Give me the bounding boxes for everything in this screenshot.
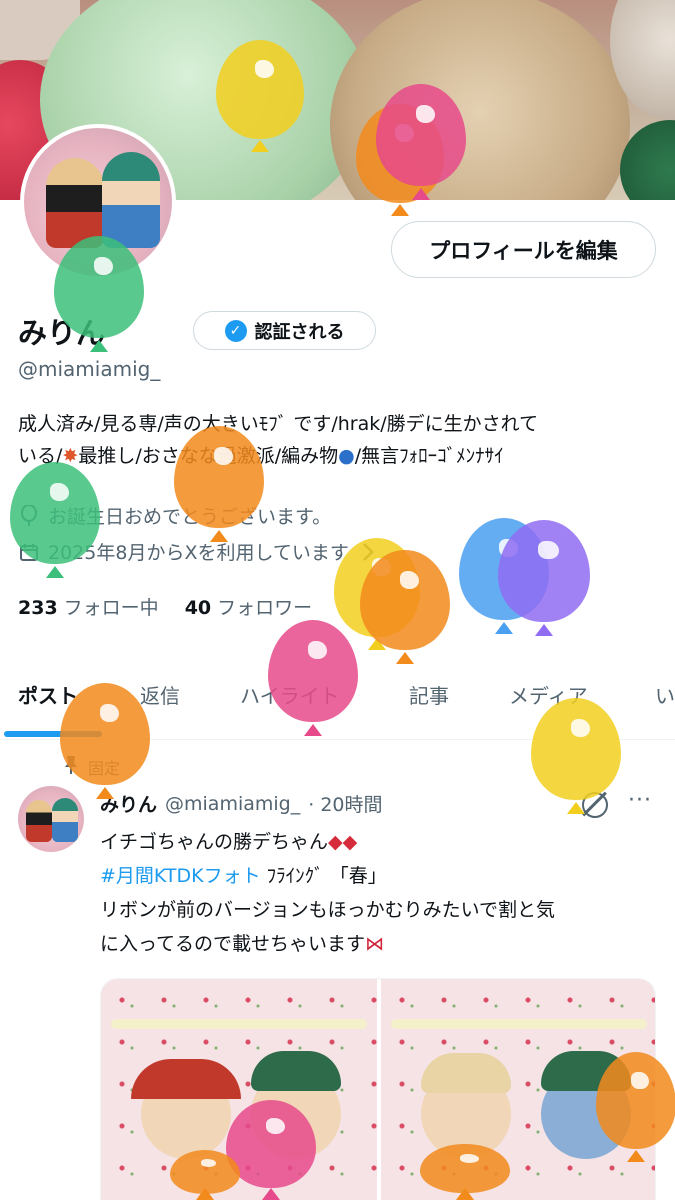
post-line-2: #月間KTDKフォト ﾌﾗｲﾝｸﾞ 「春」 xyxy=(100,859,660,893)
post-line-3: リボンが前のバージョンもほっかむりみたいで割と気 xyxy=(100,899,556,921)
get-verified-button[interactable]: ✓ 認証される xyxy=(193,311,376,350)
post-line-1: イチゴちゃんの勝デちゃん◆◆ xyxy=(100,825,660,859)
following-count: 233 xyxy=(18,597,58,619)
balloon-knot xyxy=(196,1188,214,1200)
avatar-doll-right xyxy=(102,152,160,248)
balloon-body xyxy=(498,520,590,623)
balloon-shine xyxy=(459,1154,480,1164)
balloon-knot xyxy=(567,802,585,814)
balloon-shine xyxy=(213,446,234,466)
balloon-body xyxy=(10,462,100,565)
balloon xyxy=(10,462,100,578)
balloon-shine xyxy=(93,256,114,276)
balloon xyxy=(268,620,358,736)
balloon-body xyxy=(376,84,466,187)
balloon-shine xyxy=(538,540,559,560)
balloon xyxy=(60,683,150,799)
doll-hair-right xyxy=(251,1051,341,1091)
balloon xyxy=(531,698,621,814)
balloon-knot xyxy=(396,652,414,664)
tab-articles[interactable]: 記事 xyxy=(409,680,449,709)
balloon xyxy=(360,550,450,664)
post-line-4-text: に入ってるので載せちゃいます xyxy=(100,933,366,955)
balloon-body xyxy=(216,40,304,139)
balloon-knot xyxy=(627,1150,645,1162)
balloon-body xyxy=(360,550,450,651)
balloon-knot xyxy=(210,530,228,542)
balloon xyxy=(216,40,304,152)
following-label: フォロー中 xyxy=(63,597,159,619)
yarn-ball-icon: ● xyxy=(338,445,355,467)
balloon xyxy=(376,84,466,200)
balloon-knot xyxy=(262,1188,280,1200)
balloon-knot xyxy=(46,566,64,578)
bio-line-1: 成人済み/見る専/声の大きいﾓﾌﾞ です/hrak/勝デに生かされて xyxy=(18,413,539,435)
doll-hair-left xyxy=(421,1053,511,1093)
balloon-shine xyxy=(49,482,70,502)
post-avatar-doll-left xyxy=(26,800,52,842)
strawberry-icon: ◆◆ xyxy=(328,831,358,853)
balloon-shine xyxy=(254,60,275,79)
balloon-knot xyxy=(96,787,114,799)
balloon-shine xyxy=(265,1118,286,1134)
balloon xyxy=(174,426,264,542)
balloon-knot xyxy=(412,188,430,200)
balloon-body xyxy=(54,236,144,339)
post-line-4: に入ってるので載せちゃいます⋈ xyxy=(100,927,660,961)
verified-badge-icon: ✓ xyxy=(224,319,247,342)
followers-link[interactable]: 40 フォロワー xyxy=(185,593,312,620)
balloon-shine xyxy=(631,1071,649,1090)
post-hashtag[interactable]: #月間KTDKフォト xyxy=(100,865,261,887)
balloon-knot xyxy=(535,624,553,636)
balloon-shine xyxy=(570,718,591,738)
bio-line-2-post: /無言ﾌｫﾛｰｺﾞﾒﾝﾅｻｲ xyxy=(354,445,504,467)
balloon-body xyxy=(531,698,621,801)
following-link[interactable]: 233 フォロー中 xyxy=(18,593,159,620)
balloon-shine xyxy=(200,1159,217,1167)
avatar-doll-left xyxy=(46,158,104,248)
bio-line-2: いる/✸最推し/おさなな過激派/編み物●/無言ﾌｫﾛｰｺﾞﾒﾝﾅｻｲ xyxy=(18,440,658,472)
balloon-shine xyxy=(307,640,328,660)
balloon-shine xyxy=(99,703,120,723)
balloon xyxy=(54,236,144,352)
tab-likes[interactable]: い xyxy=(655,680,675,709)
profile-bio: 成人済み/見る専/声の大きいﾓﾌﾞ です/hrak/勝デに生かされて いる/✸最… xyxy=(18,408,658,472)
balloon-body xyxy=(60,683,150,786)
follow-stats: 233 フォロー中 40 フォロワー xyxy=(18,593,312,620)
balloon xyxy=(596,1052,675,1162)
followers-label: フォロワー xyxy=(217,597,313,619)
balloon-knot xyxy=(456,1188,474,1200)
post-line-2-rest: ﾌﾗｲﾝｸﾞ 「春」 xyxy=(266,865,387,887)
balloon-body xyxy=(596,1052,675,1149)
post-body: イチゴちゃんの勝デちゃん◆◆ #月間KTDKフォト ﾌﾗｲﾝｸﾞ 「春」 リボン… xyxy=(100,825,660,961)
post-avatar-doll-right xyxy=(52,798,78,842)
image-cord xyxy=(111,1019,367,1029)
balloon-knot xyxy=(304,724,322,736)
doll-hood-left xyxy=(131,1059,241,1099)
more-icon[interactable]: ··· xyxy=(628,788,652,813)
get-verified-label: 認証される xyxy=(254,321,345,343)
balloon-shine xyxy=(415,104,436,124)
balloon xyxy=(498,520,590,636)
balloon xyxy=(420,1144,510,1200)
edit-profile-button[interactable]: プロフィールを編集 xyxy=(391,221,656,278)
balloon-knot xyxy=(391,204,409,216)
balloon-body xyxy=(420,1144,510,1194)
followers-count: 40 xyxy=(184,597,212,619)
balloon-body xyxy=(174,426,264,529)
profile-handle: @miamiamig_ xyxy=(18,357,161,381)
post-handle[interactable]: @miamiamig_ xyxy=(165,793,300,815)
post-line-1-text: イチゴちゃんの勝デちゃん xyxy=(100,831,329,853)
balloon-knot xyxy=(251,140,269,152)
post-time[interactable]: · 20時間 xyxy=(308,790,382,817)
balloon-body xyxy=(268,620,358,723)
ribbon-icon: ⋈ xyxy=(365,933,385,955)
balloon-knot xyxy=(90,340,108,352)
balloon xyxy=(170,1150,240,1200)
image-cord xyxy=(391,1019,647,1029)
